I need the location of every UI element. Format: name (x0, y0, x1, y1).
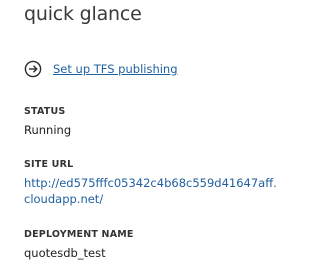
status-label: STATUS (24, 106, 66, 117)
setup-tfs-publishing-action[interactable]: Set up TFS publishing (24, 58, 178, 80)
setup-tfs-publishing-link[interactable]: Set up TFS publishing (53, 62, 178, 76)
deployment-name-label: DEPLOYMENT NAME (24, 229, 134, 240)
section-title: quick glance (24, 3, 142, 25)
site-url-line-2: cloudapp.net/ (24, 192, 104, 206)
quick-glance-panel: quick glance Set up TFS publishing STATU… (24, 0, 277, 270)
arrow-circle-right-icon (24, 60, 42, 78)
status-value: Running (24, 123, 72, 137)
deployment-name-value: quotesdb_test (24, 246, 106, 260)
site-url-link[interactable]: http://ed575fffc05342c4b68c559d41647aff.… (24, 175, 277, 207)
site-url-label: SITE URL (24, 159, 74, 170)
site-url-line-1: http://ed575fffc05342c4b68c559d41647aff. (24, 176, 277, 190)
